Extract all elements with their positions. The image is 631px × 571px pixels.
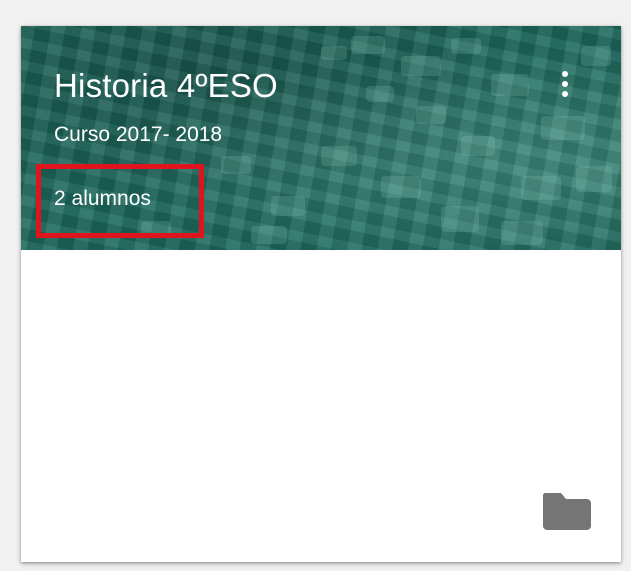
class-title[interactable]: Historia 4ºESO [54, 67, 278, 105]
more-options-button[interactable] [549, 62, 581, 106]
more-vert-icon-dot-3 [562, 91, 568, 97]
class-card-header[interactable]: Historia 4ºESO Curso 2017- 2018 2 alumno… [21, 26, 621, 250]
folder-icon [543, 493, 591, 530]
more-vert-icon-dot-2 [562, 81, 568, 87]
open-folder-button[interactable] [541, 489, 593, 531]
more-vert-icon [562, 71, 568, 77]
class-card: Historia 4ºESO Curso 2017- 2018 2 alumno… [21, 26, 621, 562]
highlight-annotation-box [36, 164, 204, 238]
class-section: Curso 2017- 2018 [54, 123, 223, 146]
